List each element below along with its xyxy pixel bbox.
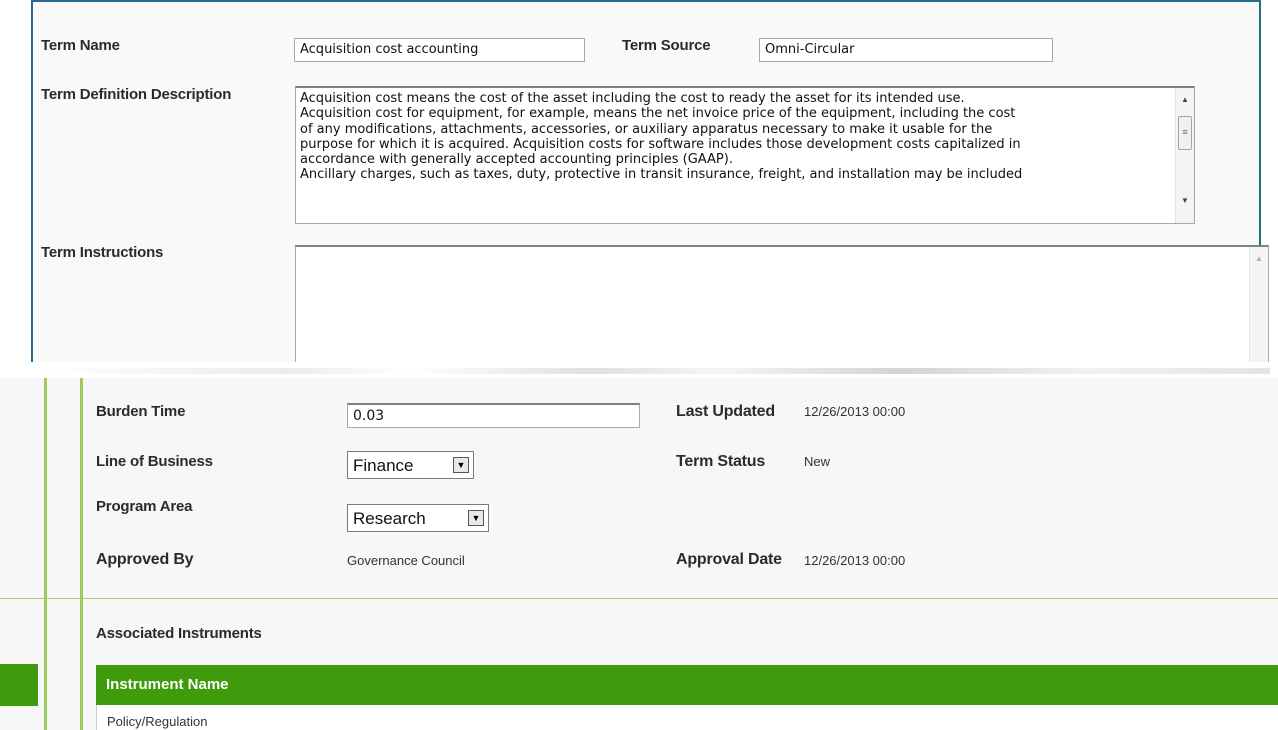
definition-line: accordance with generally accepted accou… xyxy=(300,152,733,168)
program-area-select[interactable]: Research ▼ xyxy=(347,504,489,532)
content-border-line xyxy=(80,378,83,730)
instructions-text xyxy=(300,250,1246,362)
definition-textarea[interactable]: Acquisition cost means the cost of the a… xyxy=(295,86,1195,224)
definition-line: of any modifications, attachments, acces… xyxy=(300,121,993,137)
definition-line: Acquisition cost for equipment, for exam… xyxy=(300,106,1016,122)
associated-instruments-label: Associated Instruments xyxy=(96,625,262,642)
burden-time-input[interactable]: 0.03 xyxy=(347,403,640,428)
left-border-line xyxy=(44,378,47,730)
definition-line: Ancillary charges, such as taxes, duty, … xyxy=(300,167,1023,183)
grip-icon: ≡ xyxy=(1182,127,1188,137)
last-updated-label: Last Updated xyxy=(676,403,775,420)
term-status-label: Term Status xyxy=(676,453,766,470)
program-area-label: Program Area xyxy=(96,498,193,515)
burden-time-label: Burden Time xyxy=(96,403,186,420)
instrument-name-cell: Policy/Regulation xyxy=(107,714,208,729)
column-header-instrument-name[interactable]: Instrument Name xyxy=(106,676,229,693)
term-source-label: Term Source xyxy=(622,37,711,54)
definition-label: Term Definition Description xyxy=(41,86,232,103)
approved-by-value: Governance Council xyxy=(347,553,465,568)
term-source-input[interactable]: Omni-Circular xyxy=(759,38,1053,62)
line-of-business-label: Line of Business xyxy=(96,453,213,470)
term-name-input[interactable]: Acquisition cost accounting xyxy=(294,38,585,62)
scroll-down-icon[interactable]: ▼ xyxy=(1176,193,1194,209)
definition-text: Acquisition cost means the cost of the a… xyxy=(300,91,1172,221)
instructions-textarea[interactable]: ▲ xyxy=(295,245,1269,365)
definition-line: Acquisition cost means the cost of the a… xyxy=(300,91,965,106)
chevron-down-icon[interactable]: ▼ xyxy=(453,457,469,473)
term-name-label: Term Name xyxy=(41,37,120,54)
scroll-thumb[interactable]: ≡ xyxy=(1178,116,1192,150)
last-updated-value: 12/26/2013 00:00 xyxy=(804,404,906,419)
left-header-stub xyxy=(0,664,38,706)
seam-fragment xyxy=(40,368,1270,374)
instruments-grid-header: Instrument Name xyxy=(96,665,1278,705)
scroll-up-icon[interactable]: ▲ xyxy=(1250,251,1268,267)
line-of-business-select[interactable]: Finance ▼ xyxy=(347,451,474,479)
program-area-selected: Research xyxy=(353,509,426,528)
table-row[interactable]: Policy/Regulation xyxy=(96,705,1278,730)
scroll-up-icon[interactable]: ▲ xyxy=(1176,92,1194,108)
section-divider xyxy=(0,598,1278,599)
term-status-value: New xyxy=(804,454,831,469)
chevron-down-icon[interactable]: ▼ xyxy=(468,510,484,526)
instructions-label: Term Instructions xyxy=(41,244,164,261)
definition-scrollbar[interactable]: ▲ ≡ ▼ xyxy=(1175,88,1194,223)
line-of-business-selected: Finance xyxy=(353,456,414,475)
instructions-scrollbar[interactable]: ▲ xyxy=(1249,247,1268,364)
approved-by-label: Approved By xyxy=(96,551,194,568)
approval-date-value: 12/26/2013 00:00 xyxy=(804,553,906,568)
definition-line: purpose for which it is acquired. Acquis… xyxy=(300,136,1021,152)
approval-date-label: Approval Date xyxy=(676,551,782,568)
